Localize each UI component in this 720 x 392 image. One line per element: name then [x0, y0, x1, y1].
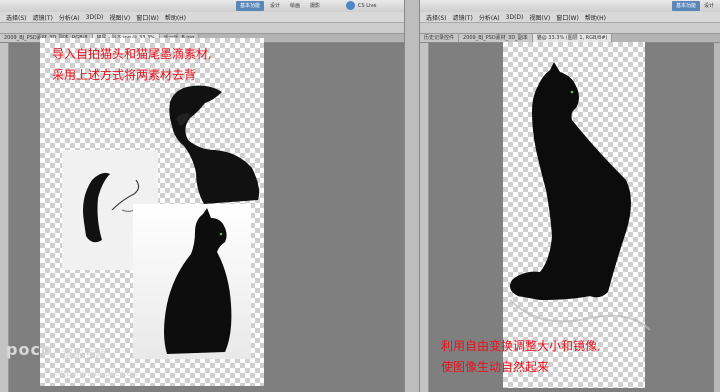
poco-url: http://photo.poco.cn/: [55, 369, 139, 378]
window-divider: [404, 0, 420, 392]
left-caption-line1: 导入自拍猫头和猫尾墨滴素材,: [52, 47, 212, 61]
left-caption-line2: 采用上述方式将两素材去背: [52, 68, 197, 82]
right-composite-cat: [509, 62, 651, 331]
right-caption-line1: 利用自由变换调整大小和镜像,: [441, 339, 601, 353]
left-photoshop-window: 基本功能 设计 绘画 摄影 CS Live 选择(S) 滤镜(T) 分析(A) …: [0, 0, 404, 392]
poco-sub: 摄影专题: [62, 348, 106, 361]
right-caption-line2: 使图像生动自然起来: [441, 360, 550, 374]
poco-logo: poco: [6, 340, 53, 359]
sitting-cat-image: [164, 208, 232, 354]
cat-photo: [133, 204, 251, 359]
